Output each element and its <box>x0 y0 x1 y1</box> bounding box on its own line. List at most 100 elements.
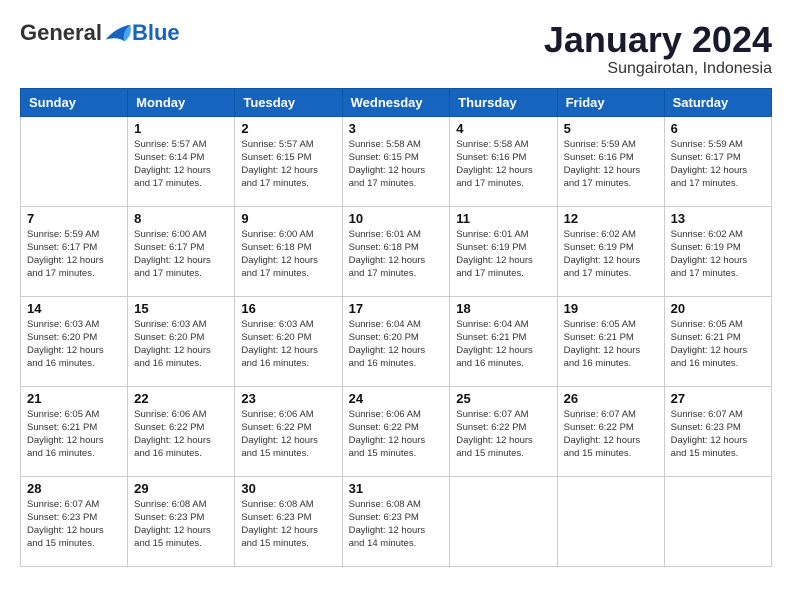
day-number: 5 <box>564 121 658 136</box>
day-number: 31 <box>349 481 444 496</box>
calendar-day-cell: 4 Sunrise: 5:58 AM Sunset: 6:16 PM Daylig… <box>450 116 557 206</box>
logo: General Blue <box>20 20 180 46</box>
calendar-header-row: Sunday Monday Tuesday Wednesday Thursday… <box>21 88 772 116</box>
calendar-day-cell: 9Sunrise: 6:00 AM Sunset: 6:18 PM Daylig… <box>235 206 342 296</box>
calendar-day-cell: 8 Sunrise: 6:00 AM Sunset: 6:17 PM Daylig… <box>128 206 235 296</box>
day-info: Sunrise: 6:07 AM Sunset: 6:22 PM Dayligh… <box>456 408 550 461</box>
calendar-day-cell: 28 Sunrise: 6:07 AM Sunset: 6:23 PM Dayli… <box>21 476 128 566</box>
day-number: 24 <box>349 391 444 406</box>
calendar-week-row: 7 Sunrise: 5:59 AM Sunset: 6:17 PM Daylig… <box>21 206 772 296</box>
calendar-day-cell: 18Sunrise: 6:04 AM Sunset: 6:21 PM Dayli… <box>450 296 557 386</box>
day-info: Sunrise: 6:05 AM Sunset: 6:21 PM Dayligh… <box>27 408 121 461</box>
calendar-day-cell: 6 Sunrise: 5:59 AM Sunset: 6:17 PM Daylig… <box>664 116 771 206</box>
day-info: Sunrise: 5:57 AM Sunset: 6:14 PM Dayligh… <box>134 138 228 191</box>
calendar-week-row: 14 Sunrise: 6:03 AM Sunset: 6:20 PM Dayli… <box>21 296 772 386</box>
calendar-day-cell: 21 Sunrise: 6:05 AM Sunset: 6:21 PM Dayli… <box>21 386 128 476</box>
day-info: Sunrise: 6:01 AM Sunset: 6:19 PM Dayligh… <box>456 228 550 281</box>
calendar-day-cell: 25Sunrise: 6:07 AM Sunset: 6:22 PM Dayli… <box>450 386 557 476</box>
day-info: Sunrise: 6:01 AM Sunset: 6:18 PM Dayligh… <box>349 228 444 281</box>
calendar-day-cell <box>557 476 664 566</box>
logo-blue: Blue <box>132 20 180 46</box>
day-info: Sunrise: 6:02 AM Sunset: 6:19 PM Dayligh… <box>671 228 765 281</box>
day-number: 10 <box>349 211 444 226</box>
calendar-day-cell: 12 Sunrise: 6:02 AM Sunset: 6:19 PM Dayli… <box>557 206 664 296</box>
calendar-week-row: 28 Sunrise: 6:07 AM Sunset: 6:23 PM Dayli… <box>21 476 772 566</box>
day-info: Sunrise: 6:05 AM Sunset: 6:21 PM Dayligh… <box>671 318 765 371</box>
day-info: Sunrise: 5:57 AM Sunset: 6:15 PM Dayligh… <box>241 138 335 191</box>
day-number: 9 <box>241 211 335 226</box>
calendar-day-cell: 20Sunrise: 6:05 AM Sunset: 6:21 PM Dayli… <box>664 296 771 386</box>
logo-general: General <box>20 20 102 46</box>
calendar-day-cell: 13Sunrise: 6:02 AM Sunset: 6:19 PM Dayli… <box>664 206 771 296</box>
calendar-day-cell: 23Sunrise: 6:06 AM Sunset: 6:22 PM Dayli… <box>235 386 342 476</box>
day-number: 26 <box>564 391 658 406</box>
day-info: Sunrise: 6:06 AM Sunset: 6:22 PM Dayligh… <box>134 408 228 461</box>
calendar-day-cell: 30 Sunrise: 6:08 AM Sunset: 6:23 PM Dayli… <box>235 476 342 566</box>
col-thursday: Thursday <box>450 88 557 116</box>
day-number: 12 <box>564 211 658 226</box>
col-saturday: Saturday <box>664 88 771 116</box>
day-number: 23 <box>241 391 335 406</box>
calendar-week-row: 21 Sunrise: 6:05 AM Sunset: 6:21 PM Dayli… <box>21 386 772 476</box>
col-friday: Friday <box>557 88 664 116</box>
day-info: Sunrise: 5:58 AM Sunset: 6:16 PM Dayligh… <box>456 138 550 191</box>
calendar-day-cell: 31 Sunrise: 6:08 AM Sunset: 6:23 PM Dayli… <box>342 476 450 566</box>
day-number: 2 <box>241 121 335 136</box>
month-title: January 2024 <box>544 20 772 60</box>
day-info: Sunrise: 6:03 AM Sunset: 6:20 PM Dayligh… <box>241 318 335 371</box>
day-number: 7 <box>27 211 121 226</box>
page-header: General Blue January 2024 Sungairotan, I… <box>20 20 772 78</box>
day-number: 30 <box>241 481 335 496</box>
calendar-day-cell: 14 Sunrise: 6:03 AM Sunset: 6:20 PM Dayli… <box>21 296 128 386</box>
day-number: 3 <box>349 121 444 136</box>
day-number: 16 <box>241 301 335 316</box>
day-number: 27 <box>671 391 765 406</box>
day-number: 28 <box>27 481 121 496</box>
day-info: Sunrise: 6:05 AM Sunset: 6:21 PM Dayligh… <box>564 318 658 371</box>
calendar-day-cell: 5 Sunrise: 5:59 AM Sunset: 6:16 PM Daylig… <box>557 116 664 206</box>
day-info: Sunrise: 5:59 AM Sunset: 6:17 PM Dayligh… <box>671 138 765 191</box>
calendar-table: Sunday Monday Tuesday Wednesday Thursday… <box>20 88 772 567</box>
day-info: Sunrise: 6:07 AM Sunset: 6:23 PM Dayligh… <box>27 498 121 551</box>
day-number: 1 <box>134 121 228 136</box>
calendar-day-cell: 11 Sunrise: 6:01 AM Sunset: 6:19 PM Dayli… <box>450 206 557 296</box>
day-info: Sunrise: 6:04 AM Sunset: 6:20 PM Dayligh… <box>349 318 444 371</box>
day-number: 4 <box>456 121 550 136</box>
calendar-week-row: 1 Sunrise: 5:57 AM Sunset: 6:14 PM Daylig… <box>21 116 772 206</box>
day-number: 14 <box>27 301 121 316</box>
day-number: 11 <box>456 211 550 226</box>
calendar-day-cell: 19Sunrise: 6:05 AM Sunset: 6:21 PM Dayli… <box>557 296 664 386</box>
calendar-day-cell: 16 Sunrise: 6:03 AM Sunset: 6:20 PM Dayli… <box>235 296 342 386</box>
day-number: 17 <box>349 301 444 316</box>
day-number: 21 <box>27 391 121 406</box>
calendar-day-cell: 24Sunrise: 6:06 AM Sunset: 6:22 PM Dayli… <box>342 386 450 476</box>
logo-bird-icon <box>104 22 132 44</box>
calendar-day-cell: 7 Sunrise: 5:59 AM Sunset: 6:17 PM Daylig… <box>21 206 128 296</box>
day-number: 6 <box>671 121 765 136</box>
day-info: Sunrise: 6:08 AM Sunset: 6:23 PM Dayligh… <box>134 498 228 551</box>
col-tuesday: Tuesday <box>235 88 342 116</box>
calendar-day-cell: 29 Sunrise: 6:08 AM Sunset: 6:23 PM Dayli… <box>128 476 235 566</box>
day-info: Sunrise: 6:02 AM Sunset: 6:19 PM Dayligh… <box>564 228 658 281</box>
day-info: Sunrise: 6:00 AM Sunset: 6:17 PM Dayligh… <box>134 228 228 281</box>
day-info: Sunrise: 6:03 AM Sunset: 6:20 PM Dayligh… <box>27 318 121 371</box>
day-number: 8 <box>134 211 228 226</box>
calendar-day-cell: 10 Sunrise: 6:01 AM Sunset: 6:18 PM Dayli… <box>342 206 450 296</box>
day-info: Sunrise: 5:59 AM Sunset: 6:16 PM Dayligh… <box>564 138 658 191</box>
day-info: Sunrise: 6:08 AM Sunset: 6:23 PM Dayligh… <box>349 498 444 551</box>
calendar-day-cell: 26 Sunrise: 6:07 AM Sunset: 6:22 PM Dayli… <box>557 386 664 476</box>
day-info: Sunrise: 6:07 AM Sunset: 6:22 PM Dayligh… <box>564 408 658 461</box>
location-subtitle: Sungairotan, Indonesia <box>544 60 772 78</box>
day-info: Sunrise: 5:59 AM Sunset: 6:17 PM Dayligh… <box>27 228 121 281</box>
col-sunday: Sunday <box>21 88 128 116</box>
calendar-day-cell: 17 Sunrise: 6:04 AM Sunset: 6:20 PM Dayli… <box>342 296 450 386</box>
calendar-day-cell: 22Sunrise: 6:06 AM Sunset: 6:22 PM Dayli… <box>128 386 235 476</box>
day-info: Sunrise: 6:08 AM Sunset: 6:23 PM Dayligh… <box>241 498 335 551</box>
day-number: 29 <box>134 481 228 496</box>
col-wednesday: Wednesday <box>342 88 450 116</box>
calendar-day-cell <box>664 476 771 566</box>
calendar-day-cell: 2 Sunrise: 5:57 AM Sunset: 6:15 PM Daylig… <box>235 116 342 206</box>
calendar-day-cell: 1 Sunrise: 5:57 AM Sunset: 6:14 PM Daylig… <box>128 116 235 206</box>
calendar-day-cell: 27Sunrise: 6:07 AM Sunset: 6:23 PM Dayli… <box>664 386 771 476</box>
col-monday: Monday <box>128 88 235 116</box>
